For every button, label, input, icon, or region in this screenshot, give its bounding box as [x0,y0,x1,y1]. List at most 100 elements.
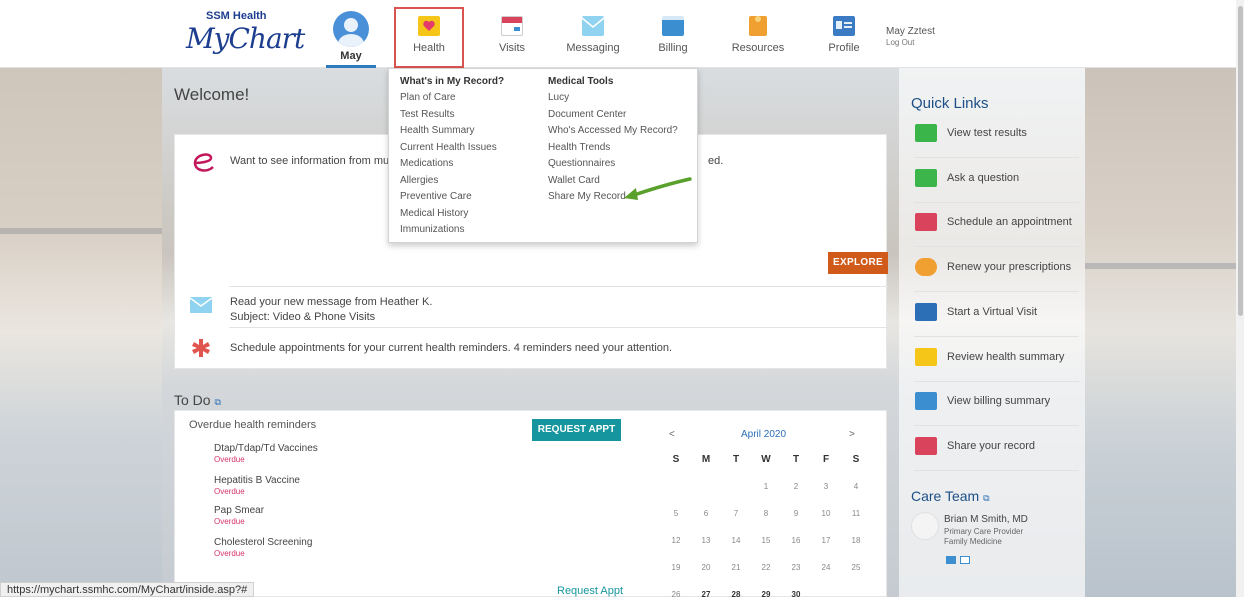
calendar-prev-button[interactable]: < [669,429,675,440]
calendar-weekday: S [852,454,860,465]
nav-visits[interactable]: Visits [482,8,542,64]
user-block: May Zztest Log Out [886,26,935,47]
nav-billing[interactable]: Billing [648,8,698,64]
calendar-day[interactable]: 9 [781,500,811,527]
calendar-day[interactable]: 22 [751,554,781,581]
calendar-day[interactable]: 21 [721,554,751,581]
background-right-panel [1085,68,1244,597]
logo-subtitle: SSM Health [206,10,267,22]
credit-card-icon [662,16,684,36]
calendar-next-button[interactable]: > [849,429,855,440]
request-appt-link[interactable]: Request Appt [557,585,623,597]
reminder-item[interactable]: Cholesterol Screening Overdue [214,537,312,558]
nav-visits-label: Visits [498,42,526,54]
reminder-item[interactable]: Dtap/Tdap/Td Vaccines Overdue [214,443,318,464]
dropdown-item-health-trends[interactable]: Health Trends [548,140,678,157]
message-notice[interactable]: Read your new message from Heather K. Su… [230,295,432,325]
nav-health[interactable]: Health [399,8,459,64]
provider-name[interactable]: Brian M Smith, MD [944,514,1028,525]
message-provider-icon[interactable] [946,556,956,564]
calendar-day[interactable]: 20 [691,554,721,581]
dropdown-item-who-s-accessed-my-record[interactable]: Who's Accessed My Record? [548,123,678,140]
calendar-day[interactable]: 7 [721,500,751,527]
reminder-status: Overdue [214,517,245,526]
dropdown-item-preventive-care[interactable]: Preventive Care [400,189,504,206]
dropdown-item-medical-history[interactable]: Medical History [400,206,504,223]
dropdown-item-immunizations[interactable]: Immunizations [400,222,504,239]
nav-profile[interactable]: Profile [820,8,868,64]
calendar-day[interactable]: 5 [661,500,691,527]
calendar-day[interactable]: 23 [781,554,811,581]
calendar-day[interactable]: 26 [661,581,691,597]
calendar-day[interactable]: 4 [841,473,871,500]
quick-link-review-health-summary[interactable]: Review health summary [914,342,1079,382]
dropdown-item-allergies[interactable]: Allergies [400,173,504,190]
calendar-day[interactable]: 12 [661,527,691,554]
reminder-item[interactable]: Pap Smear Overdue [214,505,264,526]
request-appt-button[interactable]: REQUEST APPT [532,419,621,441]
logout-link[interactable]: Log Out [886,38,935,47]
pill-icon [915,258,937,277]
reminder-notice[interactable]: Schedule appointments for your current h… [230,341,672,356]
health-dropdown-menu: What's in My Record? Plan of Care Test Re… [388,68,698,243]
calendar-day[interactable]: 24 [811,554,841,581]
calendar-day[interactable]: 19 [661,554,691,581]
reminder-status: Overdue [214,455,245,464]
calendar-day[interactable]: 25 [841,554,871,581]
nav-resources[interactable]: Resources [728,8,788,64]
todo-title-text: To Do [174,392,211,408]
dropdown-column-record: What's in My Record? Plan of Care Test Re… [400,74,504,239]
dropdown-heading: Medical Tools [548,76,614,87]
dropdown-item-current-health-issues[interactable]: Current Health Issues [400,140,504,157]
calendar-day[interactable]: 1 [751,473,781,500]
nav-messaging[interactable]: Messaging [563,8,623,64]
reminder-status: Overdue [214,549,245,558]
dropdown-item-questionnaires[interactable]: Questionnaires [548,156,678,173]
calendar-day[interactable]: 17 [811,527,841,554]
calendar-day[interactable]: 28 [721,581,751,597]
care-team-title-text: Care Team [911,488,980,504]
calendar-day[interactable]: 27 [691,581,721,597]
quick-link-ask-a-question[interactable]: Ask a question [914,163,1079,203]
calendar-day[interactable]: 11 [841,500,871,527]
calendar-day[interactable]: 3 [811,473,841,500]
user-avatar-menu[interactable]: May [326,8,376,68]
dropdown-item-lucy[interactable]: Lucy [548,90,678,107]
quick-link-schedule-an-appointment[interactable]: Schedule an appointment [914,207,1079,248]
explore-button[interactable]: EXPLORE [828,252,888,274]
heart-folder-icon [915,347,937,366]
quick-link-label: Schedule an appointment [947,216,1072,229]
dropdown-item-health-summary[interactable]: Health Summary [400,123,504,140]
page-scrollbar-thumb[interactable] [1238,6,1243,316]
mychart-logo[interactable]: SSM Health MyChart [186,10,305,60]
dropdown-item-test-results[interactable]: Test Results [400,107,504,124]
calendar-day[interactable]: 16 [781,527,811,554]
divider [229,327,888,328]
external-link-icon[interactable]: ⧉ [214,397,220,407]
calendar-day[interactable]: 2 [781,473,811,500]
calendar-day[interactable]: 8 [751,500,781,527]
quick-link-view-billing-summary[interactable]: View billing summary [914,386,1079,427]
calendar-day[interactable]: 29 [751,581,781,597]
reminder-name: Pap Smear [214,505,265,516]
external-link-icon[interactable]: ⧉ [983,493,989,503]
calendar-day[interactable]: 10 [811,500,841,527]
quick-link-start-a-virtual-visit[interactable]: Start a Virtual Visit [914,297,1079,337]
calendar-day[interactable]: 30 [781,581,811,597]
quick-link-share-your-record[interactable]: Share your record [914,431,1079,471]
schedule-provider-icon[interactable] [960,556,970,564]
quick-link-view-test-results[interactable]: View test results [914,118,1079,158]
nav-messaging-label: Messaging [566,42,620,54]
dropdown-item-medications[interactable]: Medications [400,156,504,173]
reminder-item[interactable]: Hepatitis B Vaccine Overdue [214,475,300,496]
calendar-day[interactable]: 18 [841,527,871,554]
dropdown-item-document-center[interactable]: Document Center [548,107,678,124]
quick-link-label: Ask a question [947,171,1020,184]
calendar-day[interactable]: 6 [691,500,721,527]
calendar-day[interactable]: 13 [691,527,721,554]
avatar-icon [333,11,369,47]
quick-link-renew-your-prescriptions[interactable]: Renew your prescriptions [914,252,1079,293]
dropdown-item-plan-of-care[interactable]: Plan of Care [400,90,504,107]
calendar-day[interactable]: 14 [721,527,751,554]
calendar-day[interactable]: 15 [751,527,781,554]
